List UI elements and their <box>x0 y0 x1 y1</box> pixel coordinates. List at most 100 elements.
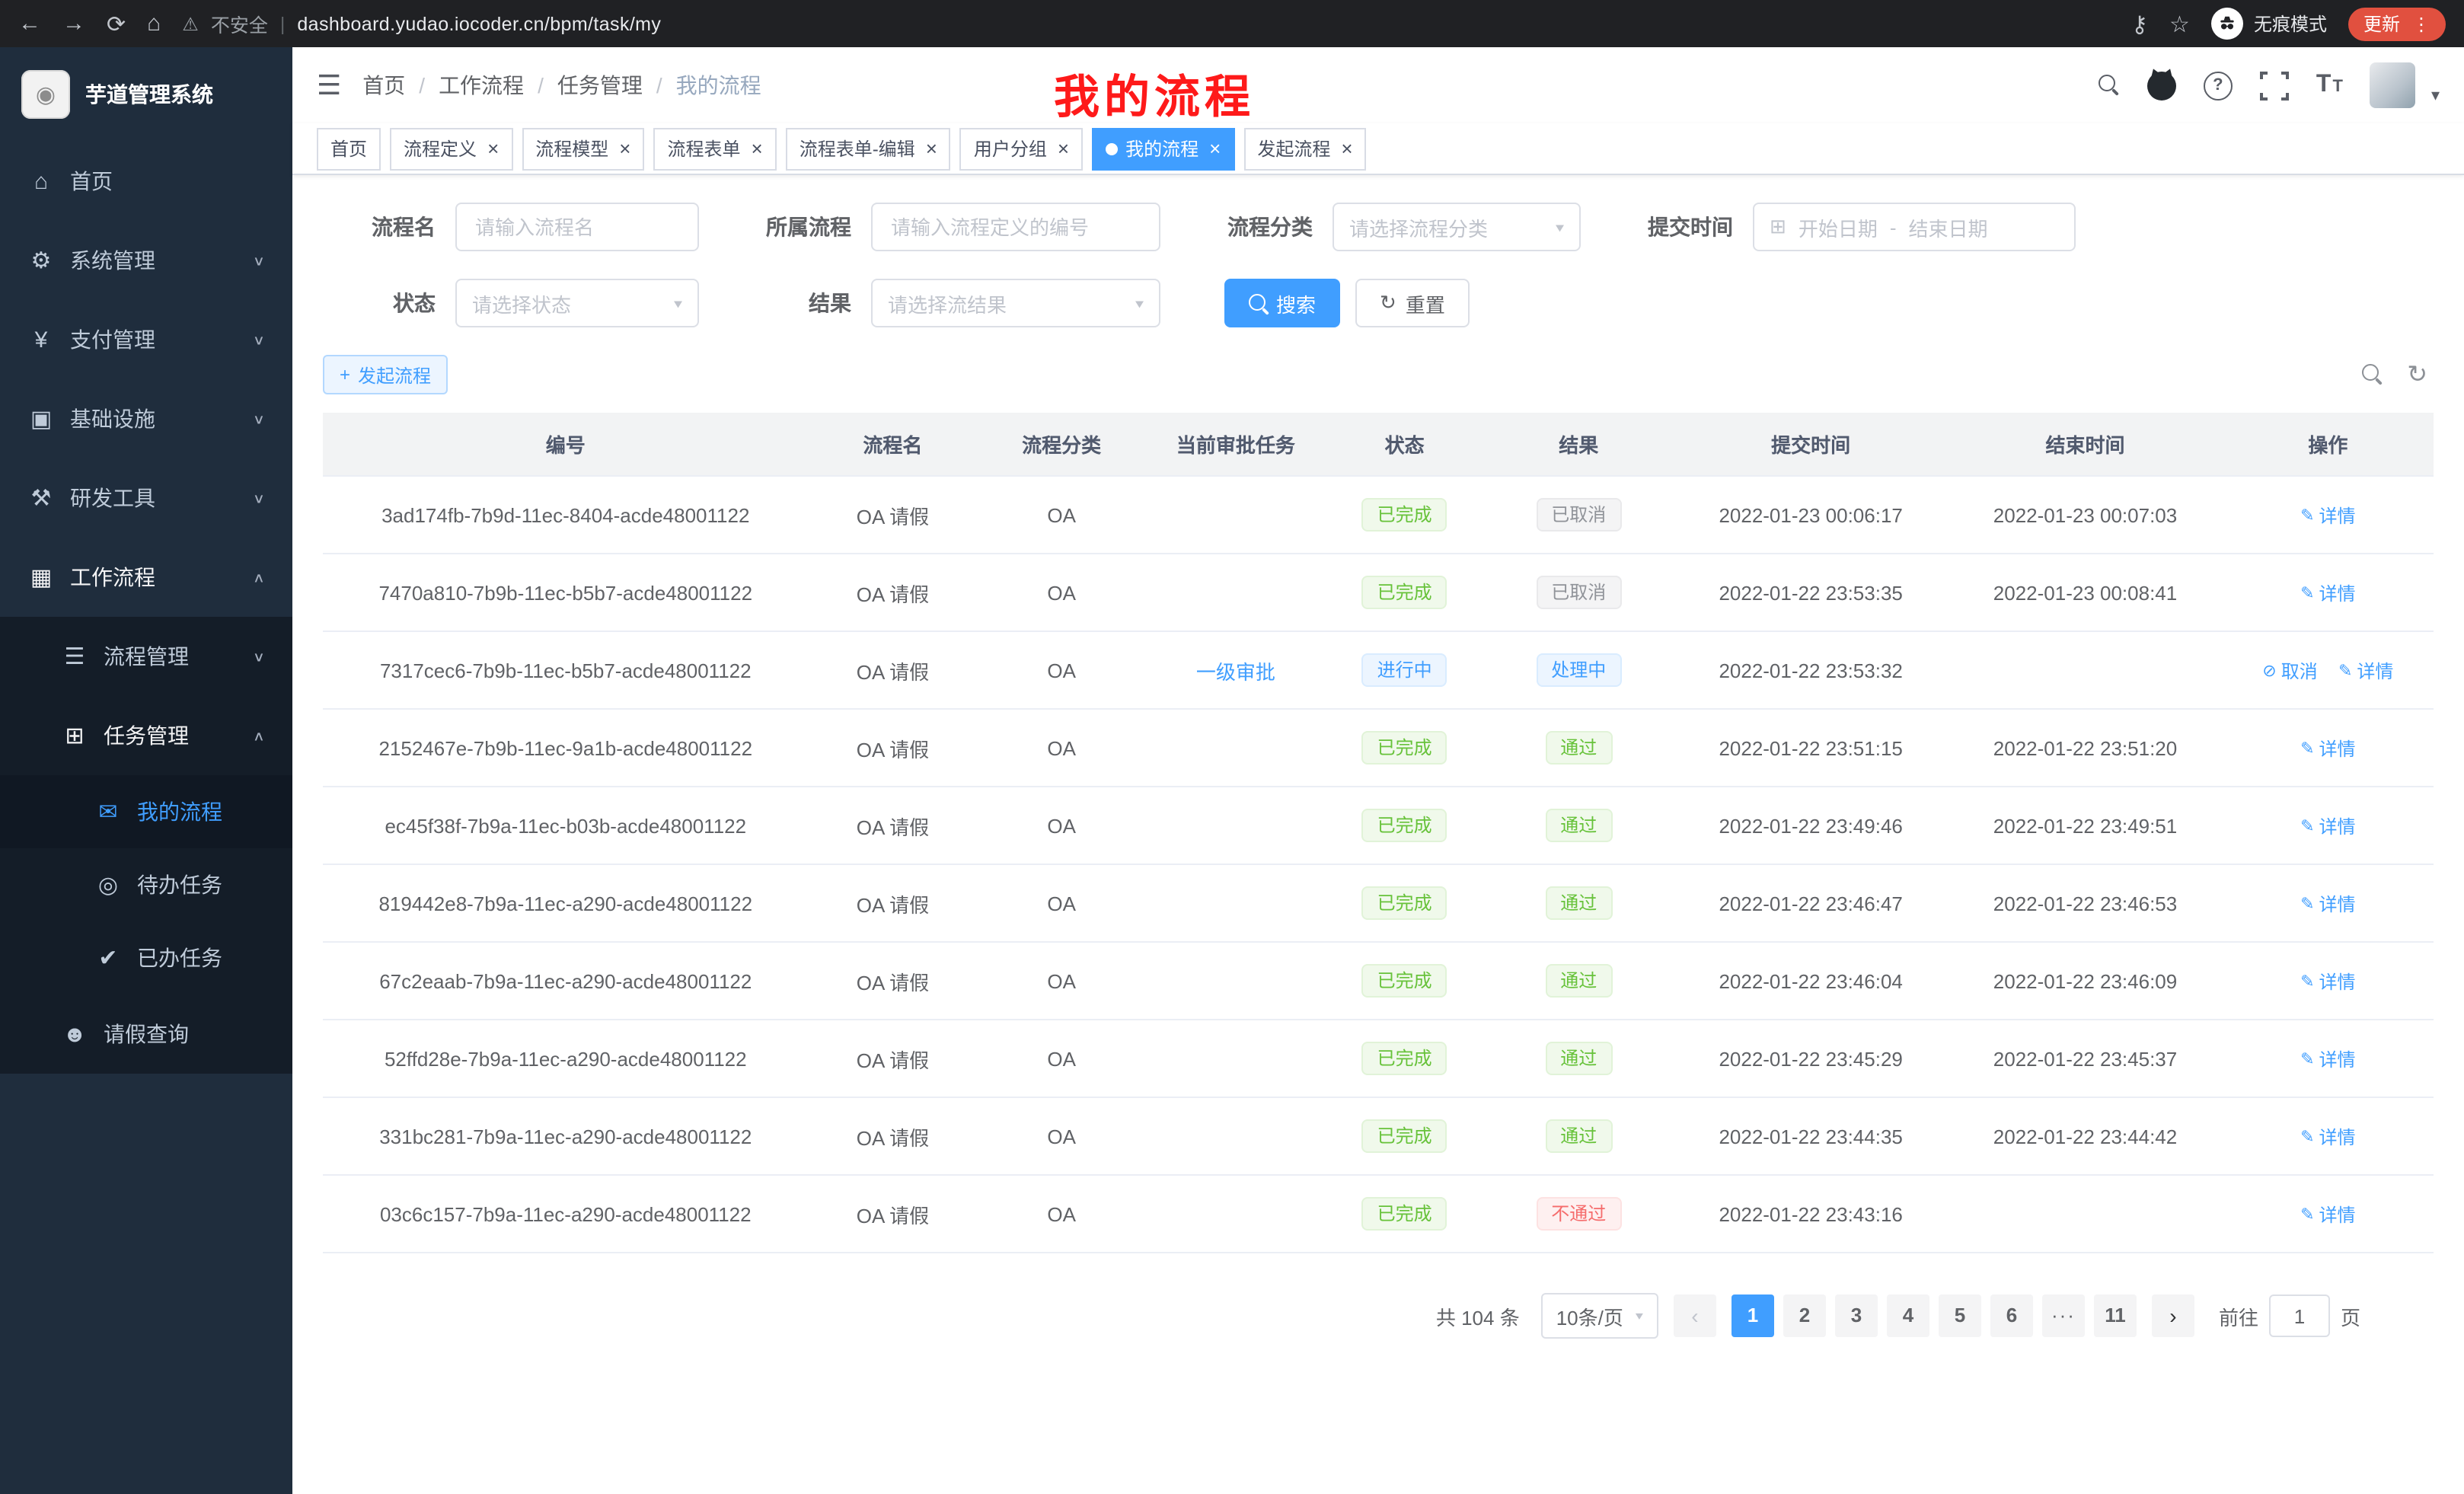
back-icon[interactable]: ← <box>18 11 41 37</box>
page-button[interactable]: 6 <box>1990 1294 2033 1337</box>
sidebar-item[interactable]: ✉ 我的流程 <box>0 775 292 848</box>
page-button[interactable]: 1 <box>1732 1294 1774 1337</box>
fullscreen-icon[interactable] <box>2260 71 2289 100</box>
table-row[interactable]: 331bc281-7b9a-11ec-a290-acde48001122 OA … <box>323 1097 2434 1175</box>
page-size-select[interactable]: 10条/页 ▾ <box>1541 1293 1658 1339</box>
bookmark-star-icon[interactable]: ☆ <box>2169 10 2190 37</box>
sidebar-item[interactable]: ⊞ 任务管理 ∧ <box>0 696 292 775</box>
detail-link[interactable]: ✎详情 <box>2300 1201 2355 1227</box>
detail-link[interactable]: ✎详情 <box>2300 1123 2355 1149</box>
address-separator: | <box>280 13 286 34</box>
create-process-button[interactable]: + 发起流程 <box>323 355 448 394</box>
forward-icon[interactable]: → <box>62 11 85 37</box>
breadcrumb-item[interactable]: 工作流程 <box>439 70 524 101</box>
close-icon[interactable]: × <box>619 139 630 158</box>
reset-button[interactable]: ↻ 重置 <box>1355 279 1470 327</box>
detail-link[interactable]: ✎详情 <box>2300 502 2355 528</box>
table-row[interactable]: ec45f38f-7b9a-11ec-b03b-acde48001122 OA … <box>323 787 2434 864</box>
table-row[interactable]: 819442e8-7b9a-11ec-a290-acde48001122 OA … <box>323 864 2434 942</box>
tab[interactable]: 流程表单 × <box>653 127 776 170</box>
chevron-down-icon[interactable]: ▾ <box>2431 85 2440 108</box>
date-range-picker[interactable]: ⊞ 开始日期 - 结束日期 <box>1753 203 2076 251</box>
close-icon[interactable]: × <box>1058 139 1069 158</box>
page-button[interactable]: 3 <box>1835 1294 1878 1337</box>
sidebar-item[interactable]: ⚒ 研发工具 ∨ <box>0 458 292 538</box>
table-refresh-icon[interactable]: ↻ <box>2407 359 2427 390</box>
sidebar-item[interactable]: ☰ 流程管理 ∨ <box>0 617 292 696</box>
edit-icon: ✎ <box>2338 660 2352 680</box>
tab[interactable]: 流程表单-编辑 × <box>786 127 951 170</box>
cancel-link[interactable]: ⊘取消 <box>2262 657 2317 683</box>
process-name-input[interactable] <box>455 203 699 251</box>
goto-page-input[interactable] <box>2269 1294 2330 1337</box>
detail-link[interactable]: ✎详情 <box>2300 1045 2355 1071</box>
sidebar-item[interactable]: ⌂ 首页 <box>0 142 292 221</box>
close-icon[interactable]: × <box>1341 139 1352 158</box>
table-search-icon[interactable] <box>2361 364 2383 385</box>
breadcrumb-item[interactable]: 首页 <box>362 70 405 101</box>
close-icon[interactable]: × <box>752 139 763 158</box>
key-icon[interactable]: ⚷ <box>2131 10 2148 37</box>
table-row[interactable]: 3ad174fb-7b9d-11ec-8404-acde48001122 OA … <box>323 476 2434 554</box>
update-button[interactable]: 更新 ⋮ <box>2348 7 2446 40</box>
status-select[interactable]: 请选择状态 ▾ <box>455 279 699 327</box>
table-row[interactable]: 7470a810-7b9b-11ec-b5b7-acde48001122 OA … <box>323 554 2434 631</box>
page-button[interactable]: 11 <box>2094 1294 2137 1337</box>
tab[interactable]: 我的流程 × <box>1092 127 1234 170</box>
tab[interactable]: 用户分组 × <box>960 127 1083 170</box>
font-size-icon[interactable]: TT <box>2316 73 2343 97</box>
tab[interactable]: 首页 × <box>317 127 381 170</box>
home-icon[interactable]: ⌂ <box>147 11 161 37</box>
github-icon[interactable] <box>2147 71 2176 100</box>
table-row[interactable]: 7317cec6-7b9b-11ec-b5b7-acde48001122 OA … <box>323 631 2434 709</box>
table-row[interactable]: 03c6c157-7b9a-11ec-a290-acde48001122 OA … <box>323 1175 2434 1253</box>
detail-link[interactable]: ✎详情 <box>2300 579 2355 605</box>
sidebar-item[interactable]: ▦ 工作流程 ∧ <box>0 538 292 617</box>
reload-icon[interactable]: ⟳ <box>107 10 126 37</box>
table-row[interactable]: 2152467e-7b9b-11ec-9a1b-acde48001122 OA … <box>323 709 2434 787</box>
sidebar-item[interactable]: ▣ 基础设施 ∨ <box>0 379 292 458</box>
tab[interactable]: 流程定义 × <box>390 127 512 170</box>
category-select[interactable]: 请选择流程分类 ▾ <box>1333 203 1581 251</box>
search-button[interactable]: 搜索 <box>1224 279 1340 327</box>
breadcrumb-item[interactable]: 任务管理 <box>557 70 643 101</box>
browser-menu-icon[interactable]: ⋮ <box>2412 13 2430 34</box>
next-page-button[interactable]: › <box>2152 1294 2194 1337</box>
breadcrumb-item[interactable]: 我的流程 <box>676 70 761 101</box>
help-icon[interactable]: ? <box>2204 71 2233 100</box>
table-row[interactable]: 52ffd28e-7b9a-11ec-a290-acde48001122 OA … <box>323 1020 2434 1097</box>
chevron-down-icon: ▾ <box>1636 1309 1643 1323</box>
table-row[interactable]: 67c2eaab-7b9a-11ec-a290-acde48001122 OA … <box>323 942 2434 1020</box>
detail-link[interactable]: ✎详情 <box>2300 890 2355 916</box>
detail-link[interactable]: ✎详情 <box>2300 968 2355 994</box>
sidebar-item[interactable]: ⚙ 系统管理 ∨ <box>0 221 292 300</box>
parent-process-input[interactable] <box>871 203 1160 251</box>
sidebar-item[interactable]: ✔ 已办任务 <box>0 921 292 994</box>
refresh-icon: ↻ <box>1380 291 1396 315</box>
result-select[interactable]: 请选择流结果 ▾ <box>871 279 1160 327</box>
tab[interactable]: 流程模型 × <box>522 127 644 170</box>
detail-link[interactable]: ✎详情 <box>2300 812 2355 838</box>
cell-category: OA <box>977 942 1146 1020</box>
detail-link[interactable]: ✎详情 <box>2338 657 2393 683</box>
avatar[interactable] <box>2370 62 2416 108</box>
hamburger-icon[interactable]: ☰ <box>317 69 341 101</box>
sidebar-item[interactable]: ☻ 请假查询 <box>0 994 292 1074</box>
close-icon[interactable]: × <box>487 139 499 158</box>
close-icon[interactable]: × <box>926 139 937 158</box>
tab[interactable]: 发起流程 × <box>1243 127 1366 170</box>
cell-submit-time: 2022-01-22 23:44:35 <box>1674 1097 1948 1175</box>
tab-label: 发起流程 <box>1257 136 1330 161</box>
page-button[interactable]: 5 <box>1939 1294 1981 1337</box>
close-icon[interactable]: × <box>1209 139 1221 158</box>
detail-link[interactable]: ✎详情 <box>2300 735 2355 761</box>
page-button[interactable]: 2 <box>1783 1294 1826 1337</box>
prev-page-button[interactable]: ‹ <box>1674 1294 1716 1337</box>
search-icon[interactable] <box>2099 75 2120 96</box>
page-button[interactable]: ··· <box>2042 1294 2085 1337</box>
sidebar-item[interactable]: ◎ 待办任务 <box>0 848 292 921</box>
page-button[interactable]: 4 <box>1887 1294 1929 1337</box>
current-task-link[interactable]: 一级审批 <box>1196 660 1275 683</box>
sidebar-item[interactable]: ¥ 支付管理 ∨ <box>0 300 292 379</box>
address-bar[interactable]: ⚠ 不安全 | dashboard.yudao.iocoder.cn/bpm/t… <box>182 9 661 38</box>
